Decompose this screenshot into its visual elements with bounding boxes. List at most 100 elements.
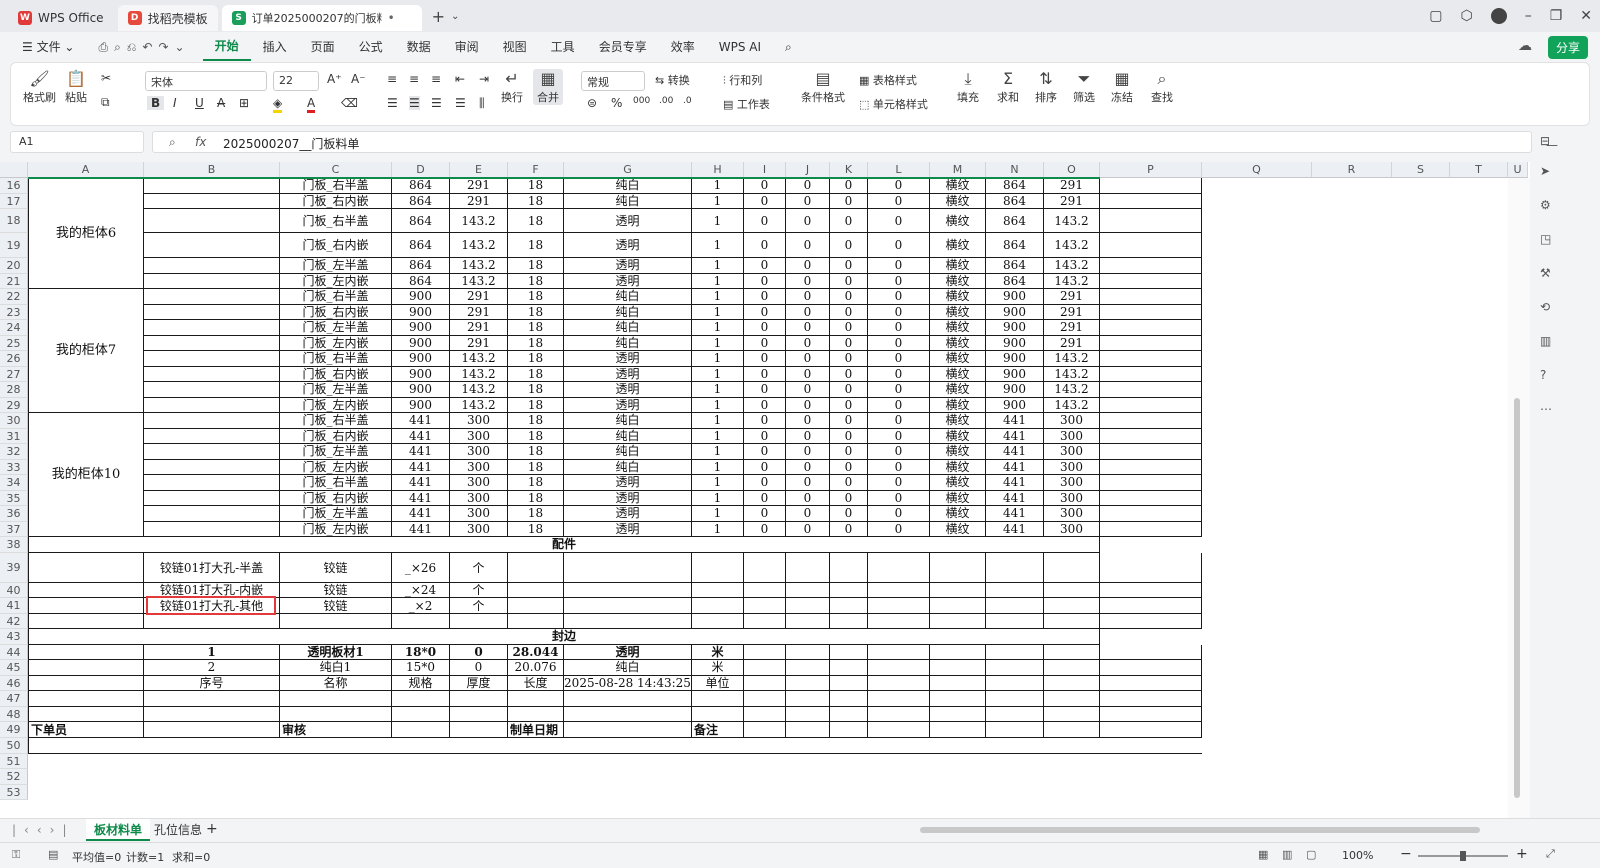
table-cell[interactable] [744,738,786,754]
table-style-button[interactable]: ▦ 表格样式 [859,72,917,88]
table-cell[interactable] [1044,552,1100,583]
table-cell[interactable]: 0 [830,475,868,491]
new-tab-icon[interactable]: + [432,7,445,26]
table-cell[interactable]: 0 [744,258,786,274]
row-header[interactable]: 31 [0,428,28,444]
table-cell[interactable] [28,552,144,583]
table-cell[interactable]: 制单日期 [508,722,564,738]
table-cell[interactable]: 143.2 [1044,233,1100,258]
table-cell[interactable]: 441 [986,506,1044,522]
table-cell[interactable] [1100,691,1202,707]
table-cell[interactable]: 1 [692,289,744,305]
table-cell[interactable] [986,660,1044,676]
table-cell[interactable]: 门板_右半盖 [280,209,392,233]
column-header[interactable]: S [1392,162,1450,178]
find-button[interactable]: ⌕ 查找 [1151,69,1173,105]
table-cell[interactable] [564,691,692,707]
table-cell[interactable]: 门板_左半盖 [280,320,392,336]
table-cell[interactable] [564,706,692,722]
table-cell[interactable]: 长度 [508,675,564,691]
paste-button[interactable]: 📋 粘贴 [65,69,87,105]
table-cell[interactable]: 900 [392,289,450,305]
table-cell[interactable]: 143.2 [450,273,508,289]
table-cell[interactable]: 门板_右半盖 [280,475,392,491]
menu-tools[interactable]: 工具 [539,32,587,62]
table-cell[interactable]: 900 [392,351,450,367]
font-family-select[interactable]: 宋体 [145,71,267,91]
table-cell[interactable]: 0 [868,490,930,506]
table-cell[interactable] [392,613,450,629]
table-cell[interactable]: 864 [986,193,1044,209]
table-cell[interactable] [830,691,868,707]
table-cell[interactable]: 纯白 [564,335,692,351]
cabinet-group-label[interactable]: 我的柜体6 [28,178,144,289]
table-cell[interactable]: 0 [786,233,830,258]
table-cell[interactable]: 0 [786,320,830,336]
table-cell[interactable]: 横纹 [930,233,986,258]
table-cell[interactable]: 1 [692,273,744,289]
table-cell[interactable] [692,597,744,614]
close-icon[interactable]: • [388,11,395,25]
table-cell[interactable]: 864 [986,273,1044,289]
table-cell[interactable]: 下单员 [28,722,144,738]
table-cell[interactable] [1044,597,1100,614]
table-cell[interactable] [1100,351,1202,367]
zoom-level[interactable]: 100% [1342,849,1373,862]
table-cell[interactable]: 900 [986,397,1044,413]
table-cell[interactable]: 0 [830,382,868,398]
scroll-thumb[interactable] [1514,398,1520,798]
table-cell[interactable]: 18 [508,444,564,460]
worksheet-button[interactable]: ▤ 工作表 [723,96,770,112]
table-cell[interactable]: 20.076 [508,660,564,676]
table-cell[interactable]: 1 [692,506,744,522]
table-cell[interactable]: 864 [392,233,450,258]
row-header[interactable]: 50 [0,738,28,754]
table-cell[interactable]: 个 [450,597,508,614]
close-window-icon[interactable]: ✕ [1580,8,1592,24]
column-header[interactable]: E [450,162,508,178]
format-painter-button[interactable]: 🖌 格式刷 [23,69,56,105]
row-header[interactable]: 28 [0,382,28,398]
table-cell[interactable]: 单位 [692,675,744,691]
table-cell[interactable]: 铰链01打大孔-其他 [144,597,280,614]
table-cell[interactable]: 441 [392,413,450,429]
table-cell[interactable]: 个 [450,552,508,583]
strikethrough-icon[interactable]: A [217,96,225,110]
font-color-icon[interactable]: A [307,96,316,113]
table-cell[interactable] [786,738,830,754]
menu-efficiency[interactable]: 效率 [659,32,707,62]
zoom-slider-knob[interactable] [1460,851,1466,861]
table-cell[interactable]: 0 [786,178,830,194]
underline-icon[interactable]: U [195,96,204,110]
table-cell[interactable] [744,613,786,629]
column-header[interactable]: Q [1202,162,1312,178]
table-cell[interactable] [508,613,564,629]
menu-review[interactable]: 审阅 [443,32,491,62]
table-cell[interactable]: 横纹 [930,273,986,289]
table-cell[interactable] [1044,644,1100,660]
table-cell[interactable]: 441 [392,428,450,444]
menu-home[interactable]: 开始 [202,33,251,61]
menu-page[interactable]: 页面 [299,32,347,62]
cabinet-group-label[interactable]: 我的柜体10 [28,413,144,537]
table-cell[interactable]: 0 [744,428,786,444]
table-cell[interactable]: 0 [744,459,786,475]
table-cell[interactable]: 横纹 [930,289,986,305]
table-cell[interactable]: 门板_左内嵌 [280,335,392,351]
table-cell[interactable] [930,613,986,629]
table-cell[interactable] [1100,178,1202,194]
table-cell[interactable] [986,644,1044,660]
table-cell[interactable]: 1 [692,475,744,491]
avatar[interactable] [1490,8,1507,24]
table-cell[interactable]: 900 [986,382,1044,398]
table-cell[interactable]: 18 [508,397,564,413]
table-cell[interactable] [786,660,830,676]
table-cell[interactable]: 纯白 [564,304,692,320]
table-cell[interactable]: 291 [450,335,508,351]
column-header[interactable]: R [1312,162,1392,178]
row-header[interactable]: 49 [0,722,28,738]
table-cell[interactable] [392,706,450,722]
table-cell[interactable]: 291 [450,178,508,194]
table-cell[interactable]: 1 [692,490,744,506]
table-cell[interactable]: 0 [830,459,868,475]
